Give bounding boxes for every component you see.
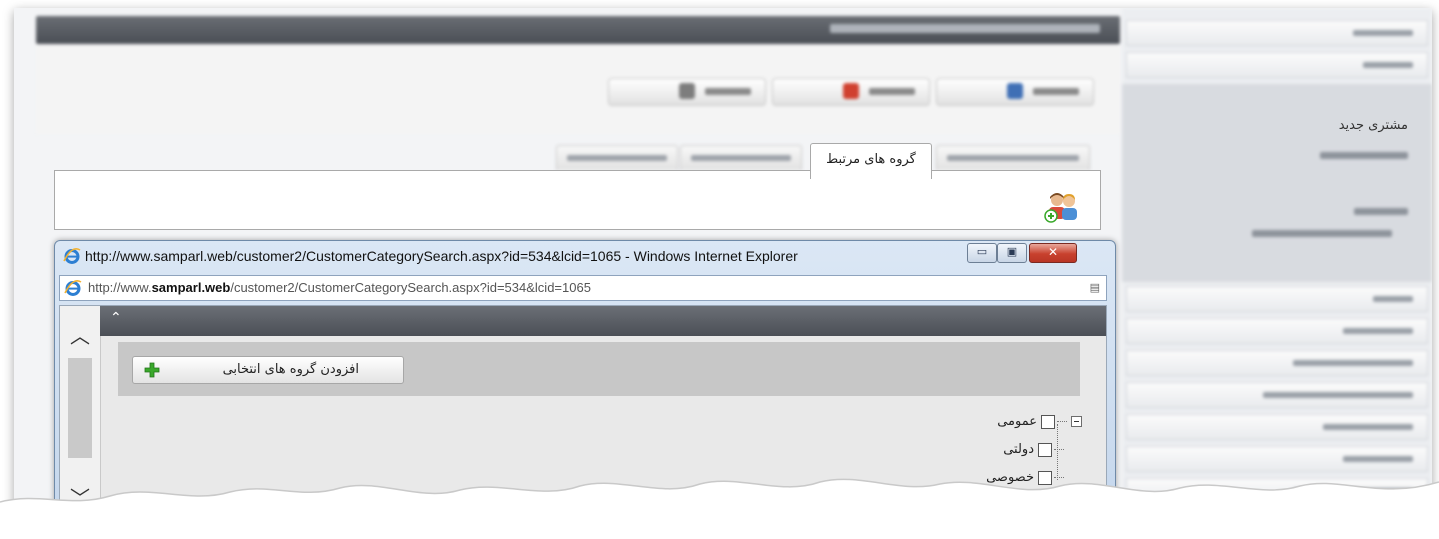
close-icon: ✕ [1047, 245, 1059, 259]
add-users-icon[interactable] [1044, 191, 1080, 223]
scroll-up-icon[interactable]: ︿ [60, 320, 100, 349]
sidebar-item-label [1323, 424, 1413, 430]
plus-icon [144, 362, 160, 378]
minimize-icon: ▭ [976, 245, 988, 258]
tree-expander-icon[interactable] [1071, 416, 1082, 427]
address-bar[interactable]: http://www.samparl.web/customer2/Custome… [59, 275, 1107, 301]
toolbar-button-label [705, 88, 751, 95]
section-header-bar: ⌃ [100, 306, 1106, 336]
related-groups-panel [54, 170, 1101, 230]
sidebar-item[interactable] [1126, 286, 1428, 312]
tab-related-groups[interactable]: گروه های مرتبط [810, 143, 932, 179]
tree-node-label: عمومی [997, 414, 1037, 429]
collapse-caret-icon[interactable]: ⌃ [110, 310, 122, 326]
sidebar-item[interactable] [1126, 52, 1428, 78]
tab-customer-info[interactable] [936, 145, 1090, 170]
tab-related-people[interactable] [680, 145, 802, 170]
tree-node-child[interactable]: دولتی [1003, 442, 1064, 462]
delete-icon [843, 83, 859, 99]
sidebar-item-label [1343, 328, 1413, 334]
screenshot-frame: مشتری جدید گروه های مرتبط http://www.sam… [14, 8, 1432, 514]
toolbar-button-save[interactable] [936, 78, 1094, 106]
sidebar-panel-line [1252, 230, 1392, 237]
sidebar-item-label [1363, 62, 1413, 68]
sidebar-item[interactable] [1126, 414, 1428, 440]
sidebar-panel [1122, 84, 1432, 282]
url-path: /customer2/CustomerCategorySearch.aspx?i… [230, 280, 591, 295]
tab-label [947, 155, 1079, 161]
app-header-bar [36, 16, 1120, 44]
sidebar-panel-line [1320, 152, 1408, 159]
sidebar-item-label [1353, 30, 1413, 36]
sidebar [1122, 8, 1432, 514]
toolbar-button-other[interactable] [608, 78, 766, 106]
tab-label [567, 155, 667, 161]
maximize-button[interactable]: ▣ [997, 243, 1027, 263]
minimize-button[interactable]: ▭ [967, 243, 997, 263]
tab-other-info[interactable] [556, 145, 678, 170]
maximize-icon: ▣ [1006, 245, 1018, 258]
sidebar-item[interactable] [1126, 350, 1428, 376]
toolbar-button-label [869, 88, 915, 95]
app-toolbar [36, 44, 1120, 134]
address-url: http://www.samparl.web/customer2/Custome… [88, 280, 591, 295]
toolbar-button-delete[interactable] [772, 78, 930, 106]
save-icon [1007, 83, 1023, 99]
torn-paper-edge [0, 478, 1439, 539]
toolbar-button-label [1033, 88, 1079, 95]
page-icon[interactable]: ▤ [1090, 281, 1100, 294]
scroll-thumb[interactable] [68, 358, 92, 458]
sidebar-item[interactable] [1126, 20, 1428, 46]
tree-connector [1057, 421, 1067, 422]
sidebar-item[interactable] [1126, 446, 1428, 472]
sidebar-panel-line [1354, 208, 1408, 215]
sidebar-new-customer[interactable]: مشتری جدید [1339, 118, 1408, 133]
sidebar-item-label [1343, 456, 1413, 462]
tree-node-label: دولتی [1003, 442, 1034, 457]
sidebar-item[interactable] [1126, 382, 1428, 408]
tree-checkbox[interactable] [1038, 442, 1052, 457]
tree-connector [1054, 449, 1064, 450]
sidebar-item[interactable] [1126, 318, 1428, 344]
action-band: افزودن گروه های انتخابی [118, 342, 1080, 396]
url-domain: samparl.web [151, 280, 231, 295]
add-selected-groups-label: افزودن گروه های انتخابی [222, 362, 359, 377]
sidebar-item-label [1263, 392, 1413, 398]
generic-icon [679, 83, 695, 99]
sidebar-item-label [1373, 296, 1413, 302]
ie-logo-icon [63, 248, 81, 264]
url-prefix: http://www. [88, 280, 152, 295]
tab-label [691, 155, 791, 161]
tree-node-root[interactable]: عمومی [997, 414, 1082, 434]
tree-checkbox[interactable] [1041, 414, 1055, 429]
app-header-title [830, 24, 1100, 33]
ie-logo-icon [64, 280, 82, 296]
close-button[interactable]: ✕ [1029, 243, 1077, 263]
window-title: http://www.samparl.web/customer2/Custome… [85, 248, 798, 264]
window-title-bar[interactable]: http://www.samparl.web/customer2/Custome… [55, 241, 1115, 271]
sidebar-item-label [1293, 360, 1413, 366]
add-selected-groups-button[interactable]: افزودن گروه های انتخابی [132, 356, 404, 384]
